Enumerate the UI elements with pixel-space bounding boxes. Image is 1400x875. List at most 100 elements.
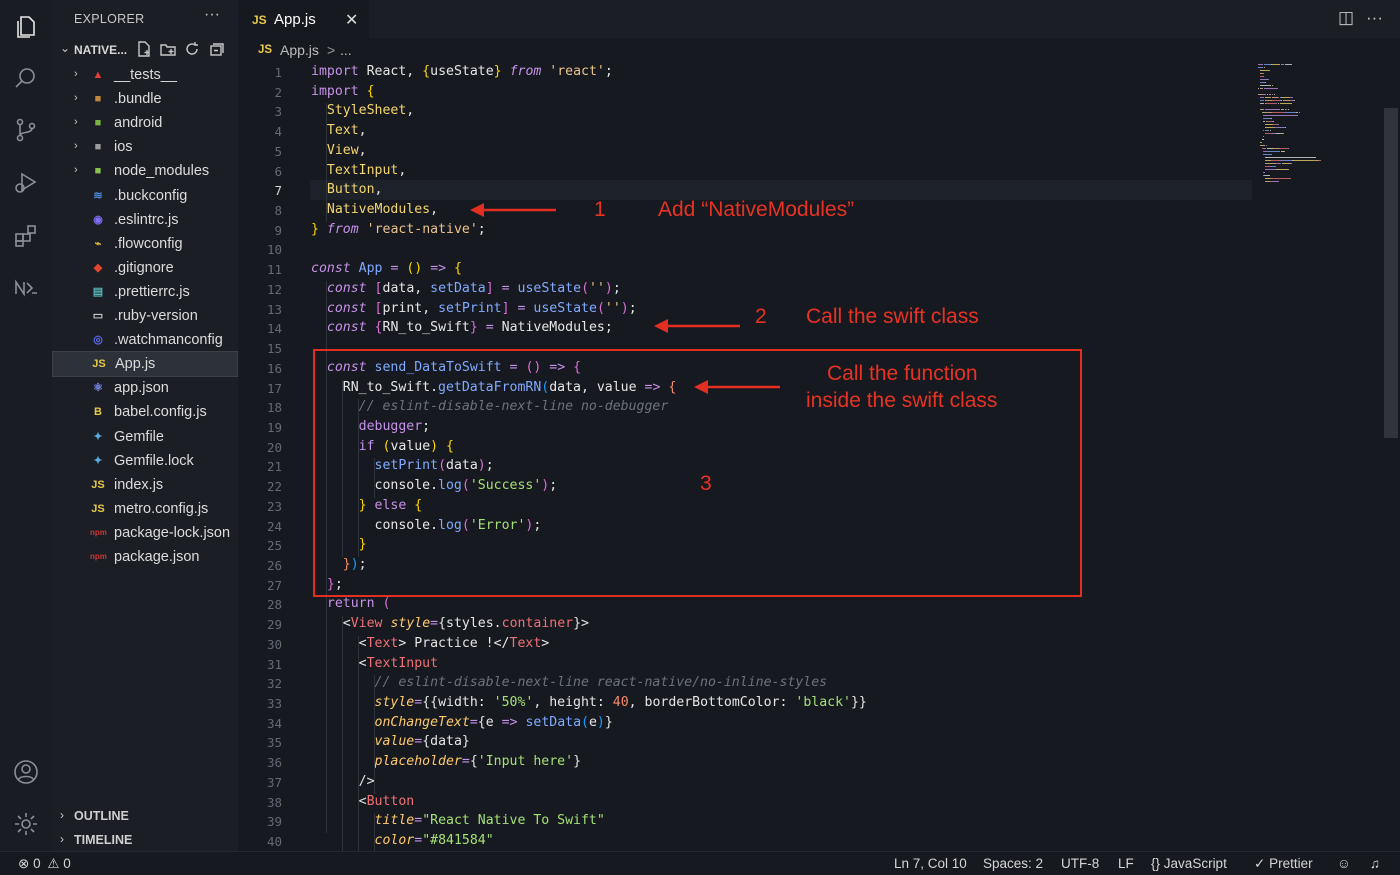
cursor-position[interactable]: Ln 7, Col 10 xyxy=(894,856,967,871)
tree-file[interactable]: ◆ .gitignore xyxy=(52,256,238,280)
tree-file[interactable]: ▤ .prettierrc.js xyxy=(52,280,238,304)
code-line[interactable]: Button, xyxy=(311,182,383,197)
collapse-all-icon[interactable] xyxy=(208,41,226,59)
vertical-scrollbar[interactable] xyxy=(1384,62,1398,851)
code-line[interactable]: View, xyxy=(311,143,367,158)
explorer-icon[interactable] xyxy=(0,2,52,50)
tree-file[interactable]: JS index.js xyxy=(52,473,238,497)
tree-file[interactable]: ≋ .buckconfig xyxy=(52,184,238,208)
code-line[interactable]: onChangeText={e => setData(e)} xyxy=(311,715,613,730)
code-line[interactable]: import { xyxy=(311,84,375,99)
explorer-more-actions-button[interactable]: ··· xyxy=(204,6,220,24)
code-token: , xyxy=(398,162,407,178)
code-line[interactable]: // eslint-disable-next-line react-native… xyxy=(311,675,828,690)
javascript-icon: JS xyxy=(258,44,273,56)
timeline-panel-header[interactable]: › TIMELINE xyxy=(52,827,238,851)
tree-file[interactable]: ⚛ app.json xyxy=(52,376,238,400)
code-line[interactable]: <View style={styles.container}> xyxy=(311,616,589,631)
new-folder-icon[interactable] xyxy=(160,41,178,59)
tree-file[interactable]: ▭ .ruby-version xyxy=(52,304,238,328)
code-line[interactable]: const App = () => { xyxy=(311,261,462,276)
settings-gear-icon[interactable] xyxy=(0,800,52,848)
code-line[interactable]: import React, {useState} from 'react'; xyxy=(311,64,613,79)
tree-item-label: app.json xyxy=(114,380,169,397)
minimap[interactable] xyxy=(1254,62,1382,851)
tree-item-label: .gitignore xyxy=(114,259,174,276)
encoding[interactable]: UTF-8 xyxy=(1061,856,1099,871)
tree-file[interactable]: npm package.json xyxy=(52,545,238,569)
tree-folder[interactable]: › ▲ __tests__ xyxy=(52,63,238,87)
chevron-right-icon: › xyxy=(74,116,78,129)
tree-item-label: Gemfile.lock xyxy=(114,452,194,469)
code-line[interactable]: NativeModules, xyxy=(311,202,438,217)
code-line[interactable]: style={{width: '50%', height: 40, border… xyxy=(311,695,867,710)
notifications-bell-icon[interactable]: ♫ xyxy=(1370,856,1380,871)
tree-file[interactable]: ◉ .eslintrc.js xyxy=(52,208,238,232)
annotation-label-2: Call the swift class xyxy=(806,305,979,328)
tree-folder[interactable]: › ■ android xyxy=(52,111,238,135)
close-icon[interactable]: ✕ xyxy=(345,10,358,30)
code-line[interactable]: value={data} xyxy=(311,734,470,749)
code-line[interactable]: const [data, setData] = useState(''); xyxy=(311,281,621,296)
code-line[interactable]: <TextInput xyxy=(311,656,438,671)
tree-file[interactable]: JS metro.config.js xyxy=(52,497,238,521)
problems-indicator[interactable]: ⊗ 0 ⚠ 0 xyxy=(18,856,71,872)
tab-app-js[interactable]: JS App.js ✕ xyxy=(238,0,369,38)
minimap-token xyxy=(1276,169,1288,170)
code-line[interactable]: color="#841584" xyxy=(311,833,494,848)
scrollbar-thumb[interactable] xyxy=(1384,108,1398,438)
line-number: 1 xyxy=(274,65,282,80)
tree-folder[interactable]: › ■ .bundle xyxy=(52,87,238,111)
tree-file[interactable]: JS App.js xyxy=(52,351,238,378)
code-line[interactable]: const {RN_to_Swift} = NativeModules; xyxy=(311,320,613,335)
tree-file[interactable]: ✦ Gemfile xyxy=(52,425,238,449)
minimap-token xyxy=(1294,100,1295,101)
split-editor-icon[interactable]: ◫ xyxy=(1338,8,1354,28)
run-debug-icon[interactable] xyxy=(0,158,52,206)
code-line[interactable]: title="React Native To Swift" xyxy=(311,813,605,828)
breadcrumb-symbol[interactable]: ... xyxy=(340,42,352,58)
prettier-status[interactable]: ✓ Prettier xyxy=(1254,856,1313,872)
code-line[interactable]: <Text> Practice !</Text> xyxy=(311,636,550,651)
end-of-line[interactable]: LF xyxy=(1118,856,1134,871)
outline-panel-header[interactable]: › OUTLINE xyxy=(52,803,238,827)
code-line[interactable]: return ( xyxy=(311,596,391,611)
code-token: [ xyxy=(374,280,383,296)
code-line[interactable]: Text, xyxy=(311,123,367,138)
annotation-number-2: 2 xyxy=(755,305,767,328)
activity-bar xyxy=(0,0,52,851)
tree-folder[interactable]: › ■ ios xyxy=(52,135,238,159)
file-icon: ▭ xyxy=(92,310,104,322)
tree-file[interactable]: ✦ Gemfile.lock xyxy=(52,449,238,473)
breadcrumb-file[interactable]: App.js xyxy=(280,42,319,58)
tree-file[interactable]: ⌁ .flowconfig xyxy=(52,232,238,256)
tree-file[interactable]: npm package-lock.json xyxy=(52,521,238,545)
code-line[interactable]: placeholder={'Input here'} xyxy=(311,754,581,769)
line-number: 25 xyxy=(266,538,282,554)
code-token: onChangeText xyxy=(374,714,470,730)
more-actions-icon[interactable]: ··· xyxy=(1366,8,1383,28)
extensions-icon[interactable] xyxy=(0,212,52,260)
language-mode[interactable]: {} JavaScript xyxy=(1151,856,1227,871)
tree-folder[interactable]: › ■ node_modules xyxy=(52,159,238,183)
minimap-token xyxy=(1263,115,1299,116)
code-token: 'Input here' xyxy=(477,754,574,770)
code-token: StyleSheet xyxy=(326,103,407,119)
source-control-icon[interactable] xyxy=(0,106,52,154)
minimap-token xyxy=(1282,109,1285,110)
code-line[interactable]: const [print, setPrint] = useState(''); xyxy=(311,301,637,316)
new-file-icon[interactable] xyxy=(136,41,154,59)
feedback-icon[interactable]: ☺ xyxy=(1337,856,1351,871)
tree-item-label: .watchmanconfig xyxy=(114,332,223,349)
search-icon[interactable] xyxy=(0,54,52,102)
line-number: 11 xyxy=(266,262,282,278)
nx-console-icon[interactable] xyxy=(0,264,52,312)
project-folder-header[interactable]: ⌄ NATIVE... xyxy=(52,38,238,62)
indentation[interactable]: Spaces: 2 xyxy=(983,856,1043,871)
account-icon[interactable] xyxy=(0,748,52,796)
code-line[interactable]: } from 'react-native'; xyxy=(311,222,486,237)
refresh-icon[interactable] xyxy=(184,41,202,59)
tree-file[interactable]: ◎ .watchmanconfig xyxy=(52,328,238,352)
tree-file[interactable]: Bbabel.config.js xyxy=(52,400,238,424)
code-token: title xyxy=(374,813,415,829)
